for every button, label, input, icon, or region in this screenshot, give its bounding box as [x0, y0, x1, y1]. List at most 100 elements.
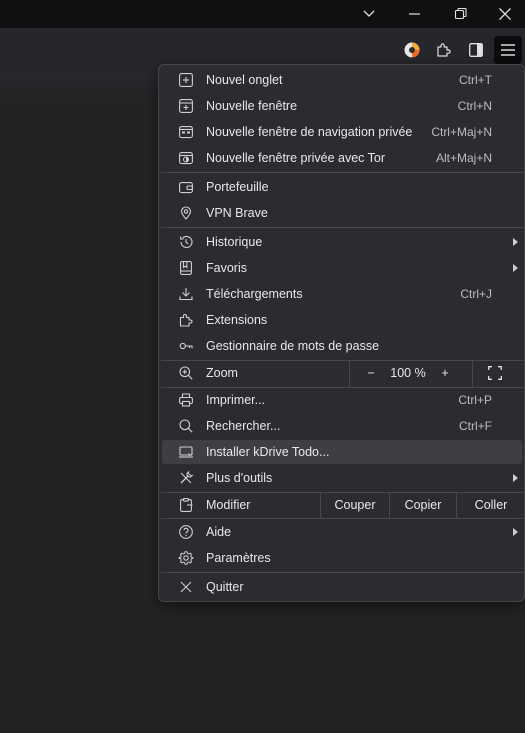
zoom-out-button[interactable]: − — [364, 366, 378, 380]
restore-button[interactable] — [438, 0, 484, 28]
menu-item-settings[interactable]: Paramètres — [162, 546, 522, 570]
menu-item-more-tools[interactable]: Plus d'outils — [162, 466, 522, 490]
zoom-divider — [472, 361, 473, 387]
menu-item-wallet[interactable]: Portefeuille — [162, 175, 522, 199]
fullscreen-icon — [488, 366, 502, 380]
menu-item-label: Nouvelle fenêtre privée avec Tor — [206, 151, 386, 165]
install-app-icon — [178, 444, 194, 460]
search-icon — [178, 418, 194, 434]
cut-button[interactable]: Couper — [321, 493, 389, 517]
title-bar — [0, 0, 525, 28]
menu-item-bookmarks[interactable]: Favoris — [162, 256, 522, 280]
extensions-puzzle-icon — [178, 312, 194, 328]
key-icon — [178, 338, 194, 354]
menu-item-label: Gestionnaire de mots de passe — [206, 339, 380, 353]
menu-item-extensions[interactable]: Extensions — [162, 308, 522, 332]
menu-item-label: Nouvel onglet — [206, 73, 283, 87]
menu-item-history[interactable]: Historique — [162, 230, 522, 254]
brave-rewards-icon — [404, 42, 420, 58]
private-window-icon — [178, 124, 194, 140]
menu-item-label: Rechercher... — [206, 419, 281, 433]
print-icon — [178, 392, 194, 408]
menu-item-vpn[interactable]: VPN Brave — [162, 201, 522, 225]
close-icon — [498, 8, 511, 20]
menu-separator — [161, 572, 523, 573]
menu-item-label: Aide — [206, 525, 232, 539]
menu-item-downloads[interactable]: Téléchargements Ctrl+J — [162, 282, 522, 306]
submenu-arrow-icon — [513, 528, 518, 536]
tor-window-icon — [178, 150, 194, 166]
menu-item-quit[interactable]: Quitter — [162, 575, 522, 599]
menu-item-new-tor-window[interactable]: Nouvelle fenêtre privée avec Tor Alt+Maj… — [162, 146, 522, 170]
bookmarks-icon — [178, 260, 194, 276]
menu-item-help[interactable]: Aide — [162, 520, 522, 544]
chevron-down-icon — [363, 10, 375, 17]
menu-item-new-tab[interactable]: Nouvel onglet Ctrl+T — [162, 68, 522, 92]
sidebar-toggle-icon — [469, 43, 483, 57]
menu-item-label: Modifier — [206, 498, 251, 512]
copy-button[interactable]: Copier — [390, 493, 456, 517]
clipboard-icon — [178, 497, 194, 513]
hamburger-menu-icon — [501, 44, 515, 56]
vpn-icon — [178, 205, 194, 221]
zoom-level: 100 % — [390, 366, 426, 380]
menu-item-password-manager[interactable]: Gestionnaire de mots de passe — [162, 334, 522, 358]
zoom-divider — [349, 361, 350, 387]
tab-search-button[interactable] — [346, 0, 392, 28]
tools-icon — [178, 470, 194, 486]
menu-item-label: Portefeuille — [206, 180, 269, 194]
menu-item-label: Imprimer... — [206, 393, 266, 407]
extensions-puzzle-icon — [437, 43, 451, 57]
submenu-arrow-icon — [513, 238, 518, 246]
menu-item-label: Installer kDrive Todo... — [206, 445, 330, 459]
gear-icon — [178, 550, 194, 566]
menu-item-zoom: Zoom — [162, 361, 522, 385]
menu-item-label: Paramètres — [206, 551, 271, 565]
zoom-icon — [178, 365, 194, 381]
new-window-icon — [178, 98, 194, 114]
fullscreen-button[interactable] — [488, 366, 502, 380]
menu-item-label: Téléchargements — [206, 287, 303, 301]
shortcut-text: Ctrl+T — [459, 73, 492, 87]
shortcut-text: Ctrl+P — [458, 393, 492, 407]
menu-item-new-window[interactable]: Nouvelle fenêtre Ctrl+N — [162, 94, 522, 118]
download-icon — [178, 286, 194, 302]
extensions-button[interactable] — [430, 36, 458, 64]
menu-item-print[interactable]: Imprimer... Ctrl+P — [162, 388, 522, 412]
shortcut-text: Ctrl+J — [460, 287, 492, 301]
submenu-arrow-icon — [513, 474, 518, 482]
menu-item-find[interactable]: Rechercher... Ctrl+F — [162, 414, 522, 438]
minimize-icon — [409, 13, 420, 15]
menu-item-label: Historique — [206, 235, 263, 249]
menu-item-label: Quitter — [206, 580, 244, 594]
zoom-in-button[interactable]: + — [438, 366, 452, 380]
shortcut-text: Ctrl+F — [459, 419, 492, 433]
brave-rewards-button[interactable] — [398, 36, 426, 64]
menu-item-new-private-window[interactable]: Nouvelle fenêtre de navigation privée Ct… — [162, 120, 522, 144]
menu-separator — [161, 518, 523, 519]
menu-item-label: Zoom — [206, 366, 238, 380]
menu-item-label: Nouvelle fenêtre — [206, 99, 298, 113]
menu-item-label: Plus d'outils — [206, 471, 273, 485]
main-menu-button[interactable] — [494, 36, 522, 64]
paste-button[interactable]: Coller — [457, 493, 525, 517]
menu-item-label: VPN Brave — [206, 206, 268, 220]
shortcut-text: Ctrl+Maj+N — [431, 125, 492, 139]
menu-item-label: Extensions — [206, 313, 268, 327]
menu-separator — [161, 227, 523, 228]
shortcut-text: Ctrl+N — [457, 99, 492, 113]
menu-item-label: Nouvelle fenêtre de navigation privée — [206, 125, 413, 139]
submenu-arrow-icon — [513, 264, 518, 272]
close-button[interactable] — [484, 0, 525, 28]
menu-separator — [161, 172, 523, 173]
history-icon — [178, 234, 194, 250]
restore-icon — [454, 7, 467, 20]
menu-item-install-app[interactable]: Installer kDrive Todo... — [162, 440, 522, 464]
app-menu: Nouvel onglet Ctrl+T Nouvelle fenêtre Ct… — [158, 64, 525, 602]
minimize-button[interactable] — [392, 0, 438, 28]
close-icon — [178, 579, 194, 595]
wallet-icon — [178, 179, 194, 195]
menu-item-label: Favoris — [206, 261, 247, 275]
sidebar-toggle-button[interactable] — [462, 36, 490, 64]
new-tab-icon — [178, 72, 194, 88]
